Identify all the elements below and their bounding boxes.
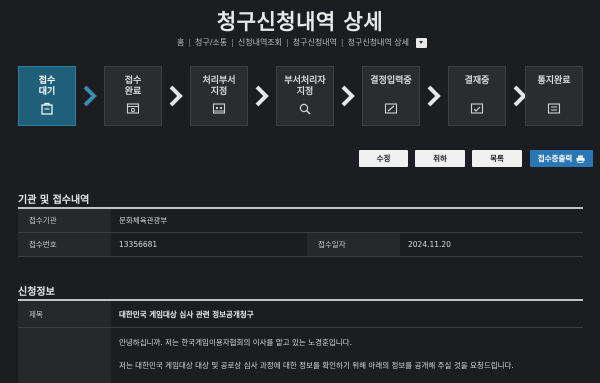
breadcrumb-request-communication[interactable]: 청구/소통	[191, 37, 231, 48]
chevron-right-icon	[255, 85, 269, 107]
progress-steps: 접수 대기 접수 완료 처리부서 지정 부서처리자 지정 결정입력중 결재중 통지완료	[18, 66, 583, 126]
cancel-request-button[interactable]: 취하	[415, 150, 465, 167]
table-row: 접수번호 13356681 접수일자 2024.11.20	[18, 233, 583, 257]
step-label: 완료	[124, 87, 142, 97]
breadcrumb-current: 청구신청내역 상세	[347, 38, 410, 47]
approval-window-icon	[470, 103, 484, 114]
search-person-icon	[299, 103, 311, 115]
step-label: 결재중	[464, 76, 490, 86]
agency-value: 문화체육관광부	[119, 216, 168, 225]
content-body: 안녕하십니까. 저는 한국게임이용자협회의 이사를 맡고 있는 노경훈입니다. …	[111, 328, 514, 383]
subject-value: 대한민국 게임대상 심사 관련 정보공개청구	[119, 309, 254, 319]
document-clip-icon	[41, 102, 53, 115]
print-receipt-button[interactable]: 접수증출력	[530, 150, 593, 167]
agency-label: 접수기관	[18, 209, 111, 232]
step-label: 통지완료	[537, 76, 571, 86]
step-reception-waiting: 접수 대기	[18, 66, 76, 126]
reception-number-value: 13356681	[119, 240, 158, 249]
step-label: 접수	[38, 76, 56, 86]
printer-icon	[576, 155, 585, 163]
chevron-right-icon	[169, 85, 183, 107]
step-label: 지정	[296, 87, 314, 97]
building-icon	[212, 103, 226, 114]
step-label: 처리부서	[202, 76, 236, 86]
list-button[interactable]: 목록	[472, 150, 522, 167]
edit-window-icon	[384, 103, 398, 114]
application-table: 제목 대한민국 게임대상 심사 관련 정보공개청구 안녕하십니까. 저는 한국게…	[18, 299, 583, 383]
reception-date-label: 접수일자	[307, 233, 400, 256]
reception-table: 접수기관 문화체육관광부 접수번호 13356681 접수일자 2024.11.…	[18, 207, 583, 257]
application-section-title: 신청정보	[18, 287, 55, 298]
step-label: 결정입력중	[370, 76, 412, 86]
step-decision-input: 결정입력중	[362, 66, 420, 126]
page-title: 청구신청내역 상세	[216, 10, 384, 34]
breadcrumb: 홈 | 청구/소통 | 신청내역조회 | 청구신청내역 | 청구신청내역 상세	[0, 37, 600, 48]
chevron-down-icon[interactable]	[416, 37, 428, 48]
reception-section-title: 기관 및 접수내역	[18, 195, 90, 206]
content-line: 안녕하십니까. 저는 한국게임이용자협회의 이사를 맡고 있는 노경훈입니다.	[119, 338, 352, 347]
table-row: 제목 대한민국 게임대상 심사 관련 정보공개청구	[18, 301, 583, 328]
list-window-icon	[547, 103, 561, 114]
chevron-right-icon	[341, 85, 355, 107]
step-reception-complete: 접수 완료	[104, 66, 162, 126]
breadcrumb-request-history[interactable]: 청구신청내역	[289, 37, 341, 48]
chevron-right-icon	[427, 85, 441, 107]
reception-number-label: 접수번호	[18, 233, 111, 256]
step-approval: 결재중	[448, 66, 506, 126]
edit-button[interactable]: 수정	[359, 150, 408, 167]
step-label: 접수	[124, 76, 142, 86]
content-label-cell	[18, 328, 111, 383]
table-row: 안녕하십니까. 저는 한국게임이용자협회의 이사를 맡고 있는 노경훈입니다. …	[18, 328, 583, 383]
breadcrumb-home[interactable]: 홈	[173, 37, 188, 48]
breadcrumb-application-search[interactable]: 신청내역조회	[234, 37, 286, 48]
step-label: 지정	[210, 87, 228, 97]
reception-date-value: 2024.11.20	[408, 240, 451, 249]
chevron-right-icon	[83, 85, 97, 107]
table-row: 접수기관 문화체육관광부	[18, 209, 583, 233]
step-department-assigned: 처리부서 지정	[190, 66, 248, 126]
subject-label: 제목	[18, 301, 111, 327]
print-receipt-label: 접수증출력	[537, 154, 573, 163]
content-line: 저는 대한민국 게임대상 대상 및 공로상 심사 과정에 대한 정보를 확인하기…	[119, 361, 514, 370]
step-notification-complete: 통지완료	[525, 66, 583, 126]
step-label: 부서처리자	[284, 76, 326, 86]
step-handler-assigned: 부서처리자 지정	[276, 66, 334, 126]
monitor-window-icon	[126, 103, 140, 114]
step-label: 대기	[38, 87, 56, 97]
